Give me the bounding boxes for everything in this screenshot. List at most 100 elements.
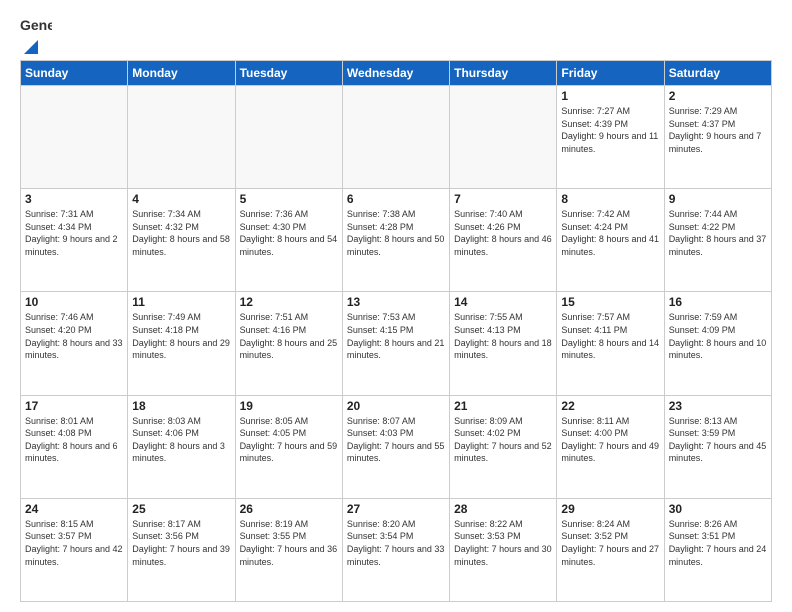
day-number: 10 <box>25 295 123 309</box>
day-cell-15: 15Sunrise: 7:57 AMSunset: 4:11 PMDayligh… <box>557 292 664 395</box>
day-info: Sunrise: 8:26 AMSunset: 3:51 PMDaylight:… <box>669 518 767 568</box>
day-number: 21 <box>454 399 552 413</box>
day-info: Sunrise: 7:31 AMSunset: 4:34 PMDaylight:… <box>25 208 123 258</box>
day-number: 24 <box>25 502 123 516</box>
day-info: Sunrise: 8:15 AMSunset: 3:57 PMDaylight:… <box>25 518 123 568</box>
day-number: 9 <box>669 192 767 206</box>
day-info: Sunrise: 7:59 AMSunset: 4:09 PMDaylight:… <box>669 311 767 361</box>
day-number: 11 <box>132 295 230 309</box>
day-cell-11: 11 Sunrise: 7:49 AMSunset: 4:18 PMDayligh… <box>128 292 235 395</box>
logo: General <box>20 16 52 52</box>
day-cell-2: 2Sunrise: 7:29 AMSunset: 4:37 PMDaylight… <box>664 86 771 189</box>
weekday-header-monday: Monday <box>128 61 235 86</box>
day-number: 16 <box>669 295 767 309</box>
day-cell-6: 6 Sunrise: 7:38 AMSunset: 4:28 PMDaylight… <box>342 189 449 292</box>
day-info: Sunrise: 8:01 AMSunset: 4:08 PMDaylight:… <box>25 415 123 465</box>
week-row-5: 24 Sunrise: 8:15 AMSunset: 3:57 PMDayligh… <box>21 498 772 601</box>
day-cell-26: 26 Sunrise: 8:19 AMSunset: 3:55 PMDayligh… <box>235 498 342 601</box>
day-cell-empty <box>450 86 557 189</box>
day-cell-21: 21 Sunrise: 8:09 AMSunset: 4:02 PMDayligh… <box>450 395 557 498</box>
day-number: 4 <box>132 192 230 206</box>
day-cell-16: 16 Sunrise: 7:59 AMSunset: 4:09 PMDayligh… <box>664 292 771 395</box>
day-info: Sunrise: 8:11 AMSunset: 4:00 PMDaylight:… <box>561 415 659 465</box>
day-info: Sunrise: 8:19 AMSunset: 3:55 PMDaylight:… <box>240 518 338 568</box>
day-cell-empty <box>21 86 128 189</box>
weekday-header-friday: Friday <box>557 61 664 86</box>
day-info: Sunrise: 7:51 AMSunset: 4:16 PMDaylight:… <box>240 311 338 361</box>
day-number: 18 <box>132 399 230 413</box>
logo-triangle-icon <box>22 38 40 56</box>
day-info: Sunrise: 7:49 AMSunset: 4:18 PMDaylight:… <box>132 311 230 361</box>
header: General <box>20 16 772 52</box>
day-cell-28: 28 Sunrise: 8:22 AMSunset: 3:53 PMDayligh… <box>450 498 557 601</box>
day-cell-25: 25 Sunrise: 8:17 AMSunset: 3:56 PMDayligh… <box>128 498 235 601</box>
day-info: Sunrise: 8:17 AMSunset: 3:56 PMDaylight:… <box>132 518 230 568</box>
day-info: Sunrise: 8:09 AMSunset: 4:02 PMDaylight:… <box>454 415 552 465</box>
day-cell-22: 22 Sunrise: 8:11 AMSunset: 4:00 PMDayligh… <box>557 395 664 498</box>
day-cell-30: 30Sunrise: 8:26 AMSunset: 3:51 PMDayligh… <box>664 498 771 601</box>
day-number: 3 <box>25 192 123 206</box>
day-cell-5: 5 Sunrise: 7:36 AMSunset: 4:30 PMDaylight… <box>235 189 342 292</box>
day-info: Sunrise: 7:36 AMSunset: 4:30 PMDaylight:… <box>240 208 338 258</box>
day-number: 1 <box>561 89 659 103</box>
day-cell-20: 20 Sunrise: 8:07 AMSunset: 4:03 PMDayligh… <box>342 395 449 498</box>
day-number: 28 <box>454 502 552 516</box>
day-info: Sunrise: 7:40 AMSunset: 4:26 PMDaylight:… <box>454 208 552 258</box>
day-info: Sunrise: 7:55 AMSunset: 4:13 PMDaylight:… <box>454 311 552 361</box>
weekday-header-sunday: Sunday <box>21 61 128 86</box>
day-info: Sunrise: 8:24 AMSunset: 3:52 PMDaylight:… <box>561 518 659 568</box>
day-cell-7: 7 Sunrise: 7:40 AMSunset: 4:26 PMDaylight… <box>450 189 557 292</box>
day-info: Sunrise: 7:42 AMSunset: 4:24 PMDaylight:… <box>561 208 659 258</box>
weekday-header-saturday: Saturday <box>664 61 771 86</box>
day-number: 29 <box>561 502 659 516</box>
day-cell-1: 1 Sunrise: 7:27 AMSunset: 4:39 PMDaylight… <box>557 86 664 189</box>
day-info: Sunrise: 8:03 AMSunset: 4:06 PMDaylight:… <box>132 415 230 465</box>
day-info: Sunrise: 8:20 AMSunset: 3:54 PMDaylight:… <box>347 518 445 568</box>
day-number: 14 <box>454 295 552 309</box>
day-number: 22 <box>561 399 659 413</box>
day-cell-13: 13 Sunrise: 7:53 AMSunset: 4:15 PMDayligh… <box>342 292 449 395</box>
day-info: Sunrise: 7:46 AMSunset: 4:20 PMDaylight:… <box>25 311 123 361</box>
day-number: 17 <box>25 399 123 413</box>
day-number: 27 <box>347 502 445 516</box>
day-number: 20 <box>347 399 445 413</box>
day-cell-10: 10 Sunrise: 7:46 AMSunset: 4:20 PMDayligh… <box>21 292 128 395</box>
week-row-3: 10 Sunrise: 7:46 AMSunset: 4:20 PMDayligh… <box>21 292 772 395</box>
day-number: 25 <box>132 502 230 516</box>
svg-text:General: General <box>20 17 52 33</box>
day-cell-3: 3 Sunrise: 7:31 AMSunset: 4:34 PMDaylight… <box>21 189 128 292</box>
day-number: 8 <box>561 192 659 206</box>
day-cell-14: 14 Sunrise: 7:55 AMSunset: 4:13 PMDayligh… <box>450 292 557 395</box>
day-cell-12: 12 Sunrise: 7:51 AMSunset: 4:16 PMDayligh… <box>235 292 342 395</box>
week-row-4: 17 Sunrise: 8:01 AMSunset: 4:08 PMDayligh… <box>21 395 772 498</box>
day-cell-27: 27 Sunrise: 8:20 AMSunset: 3:54 PMDayligh… <box>342 498 449 601</box>
day-info: Sunrise: 8:07 AMSunset: 4:03 PMDaylight:… <box>347 415 445 465</box>
day-cell-24: 24 Sunrise: 8:15 AMSunset: 3:57 PMDayligh… <box>21 498 128 601</box>
day-number: 12 <box>240 295 338 309</box>
day-number: 26 <box>240 502 338 516</box>
day-info: Sunrise: 8:13 AMSunset: 3:59 PMDaylight:… <box>669 415 767 465</box>
day-number: 19 <box>240 399 338 413</box>
day-number: 13 <box>347 295 445 309</box>
day-number: 5 <box>240 192 338 206</box>
day-number: 7 <box>454 192 552 206</box>
day-info: Sunrise: 8:05 AMSunset: 4:05 PMDaylight:… <box>240 415 338 465</box>
day-info: Sunrise: 7:27 AMSunset: 4:39 PMDaylight:… <box>561 105 659 155</box>
day-info: Sunrise: 7:38 AMSunset: 4:28 PMDaylight:… <box>347 208 445 258</box>
day-cell-23: 23 Sunrise: 8:13 AMSunset: 3:59 PMDayligh… <box>664 395 771 498</box>
week-row-2: 3 Sunrise: 7:31 AMSunset: 4:34 PMDaylight… <box>21 189 772 292</box>
day-cell-9: 9Sunrise: 7:44 AMSunset: 4:22 PMDaylight… <box>664 189 771 292</box>
day-cell-empty <box>342 86 449 189</box>
day-info: Sunrise: 8:22 AMSunset: 3:53 PMDaylight:… <box>454 518 552 568</box>
day-info: Sunrise: 7:34 AMSunset: 4:32 PMDaylight:… <box>132 208 230 258</box>
day-number: 15 <box>561 295 659 309</box>
day-number: 23 <box>669 399 767 413</box>
week-row-1: 1 Sunrise: 7:27 AMSunset: 4:39 PMDaylight… <box>21 86 772 189</box>
day-cell-17: 17 Sunrise: 8:01 AMSunset: 4:08 PMDayligh… <box>21 395 128 498</box>
day-cell-18: 18 Sunrise: 8:03 AMSunset: 4:06 PMDayligh… <box>128 395 235 498</box>
day-cell-empty <box>235 86 342 189</box>
day-cell-29: 29 Sunrise: 8:24 AMSunset: 3:52 PMDayligh… <box>557 498 664 601</box>
day-info: Sunrise: 7:53 AMSunset: 4:15 PMDaylight:… <box>347 311 445 361</box>
day-number: 6 <box>347 192 445 206</box>
weekday-header-tuesday: Tuesday <box>235 61 342 86</box>
